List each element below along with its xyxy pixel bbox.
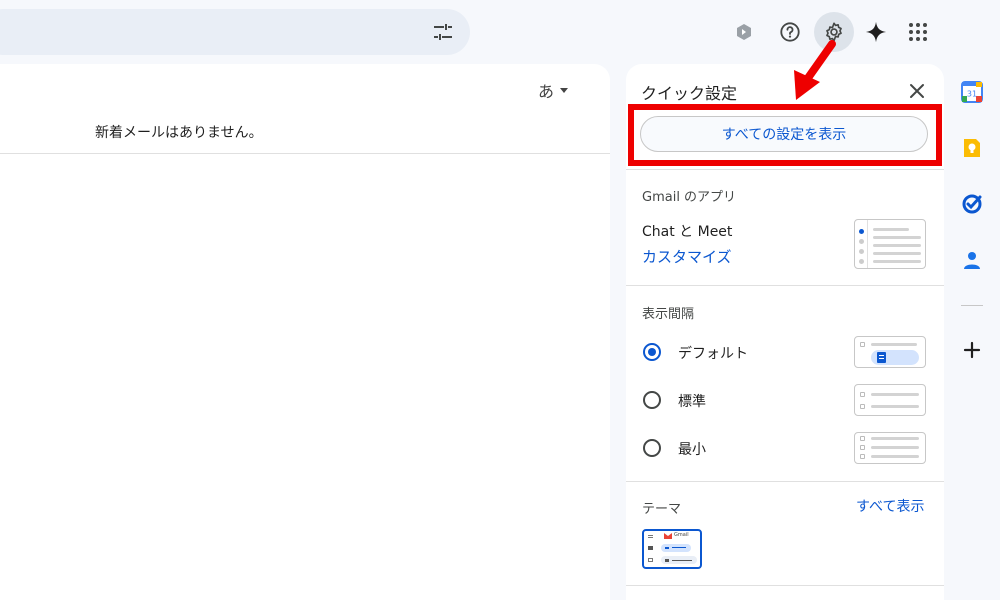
filter-icon[interactable] <box>431 20 455 44</box>
close-icon[interactable] <box>906 80 928 102</box>
apps-button[interactable] <box>898 12 938 52</box>
input-tools-picker[interactable]: あ <box>538 78 569 102</box>
calendar-icon[interactable]: 31 <box>961 81 983 103</box>
mail-list-panel <box>0 64 610 600</box>
density-compact-radio[interactable] <box>643 439 661 457</box>
tasks-icon[interactable] <box>961 193 983 215</box>
theme-label: テーマ <box>642 502 682 517</box>
caret-down-icon <box>560 87 569 93</box>
see-all-settings-button[interactable]: すべての設定を表示 <box>640 116 928 152</box>
apps-grid-icon <box>909 23 927 41</box>
annotation-arrow-icon <box>794 40 836 100</box>
gmail-logo-icon <box>664 533 672 539</box>
mail-divider <box>0 153 610 154</box>
gemini-spark-icon <box>865 21 887 43</box>
chat-meet-preview-thumb <box>854 219 926 269</box>
quick-settings-title: クイック設定 <box>641 84 738 103</box>
section-divider <box>626 481 944 482</box>
chat-meet-label: Chat と Meet <box>642 224 733 240</box>
customize-link[interactable]: カスタマイズ <box>642 246 732 267</box>
density-standard-label[interactable]: 標準 <box>678 391 706 411</box>
section-divider <box>626 285 944 286</box>
density-default-label[interactable]: デフォルト <box>678 343 748 363</box>
gemini-button[interactable] <box>856 12 896 52</box>
gmail-apps-label: Gmail のアプリ <box>642 190 737 205</box>
density-compact-label[interactable]: 最小 <box>678 439 706 459</box>
hexagon-icon <box>737 24 751 40</box>
add-icon[interactable] <box>961 339 983 361</box>
gemini-extension-icon[interactable] <box>724 12 764 52</box>
input-tools-label: あ <box>538 82 555 101</box>
keep-icon[interactable] <box>961 137 983 159</box>
theme-default-thumb[interactable]: Gmail <box>642 529 702 569</box>
density-standard-radio[interactable] <box>643 391 661 409</box>
section-divider <box>626 169 944 170</box>
rail-divider <box>961 305 983 306</box>
density-default-thumb <box>854 336 926 368</box>
density-default-radio[interactable] <box>643 343 661 361</box>
theme-see-all-link[interactable]: すべて表示 <box>856 496 924 516</box>
theme-thumb-title: Gmail <box>674 532 689 538</box>
density-compact-thumb <box>854 432 926 464</box>
empty-inbox-message: 新着メールはありません。 <box>95 125 263 141</box>
density-label: 表示間隔 <box>642 307 695 322</box>
section-divider <box>626 585 944 586</box>
density-standard-thumb <box>854 384 926 416</box>
search-bar[interactable] <box>0 9 470 55</box>
contacts-icon[interactable] <box>961 249 983 271</box>
calendar-day-label: 31 <box>967 90 977 99</box>
